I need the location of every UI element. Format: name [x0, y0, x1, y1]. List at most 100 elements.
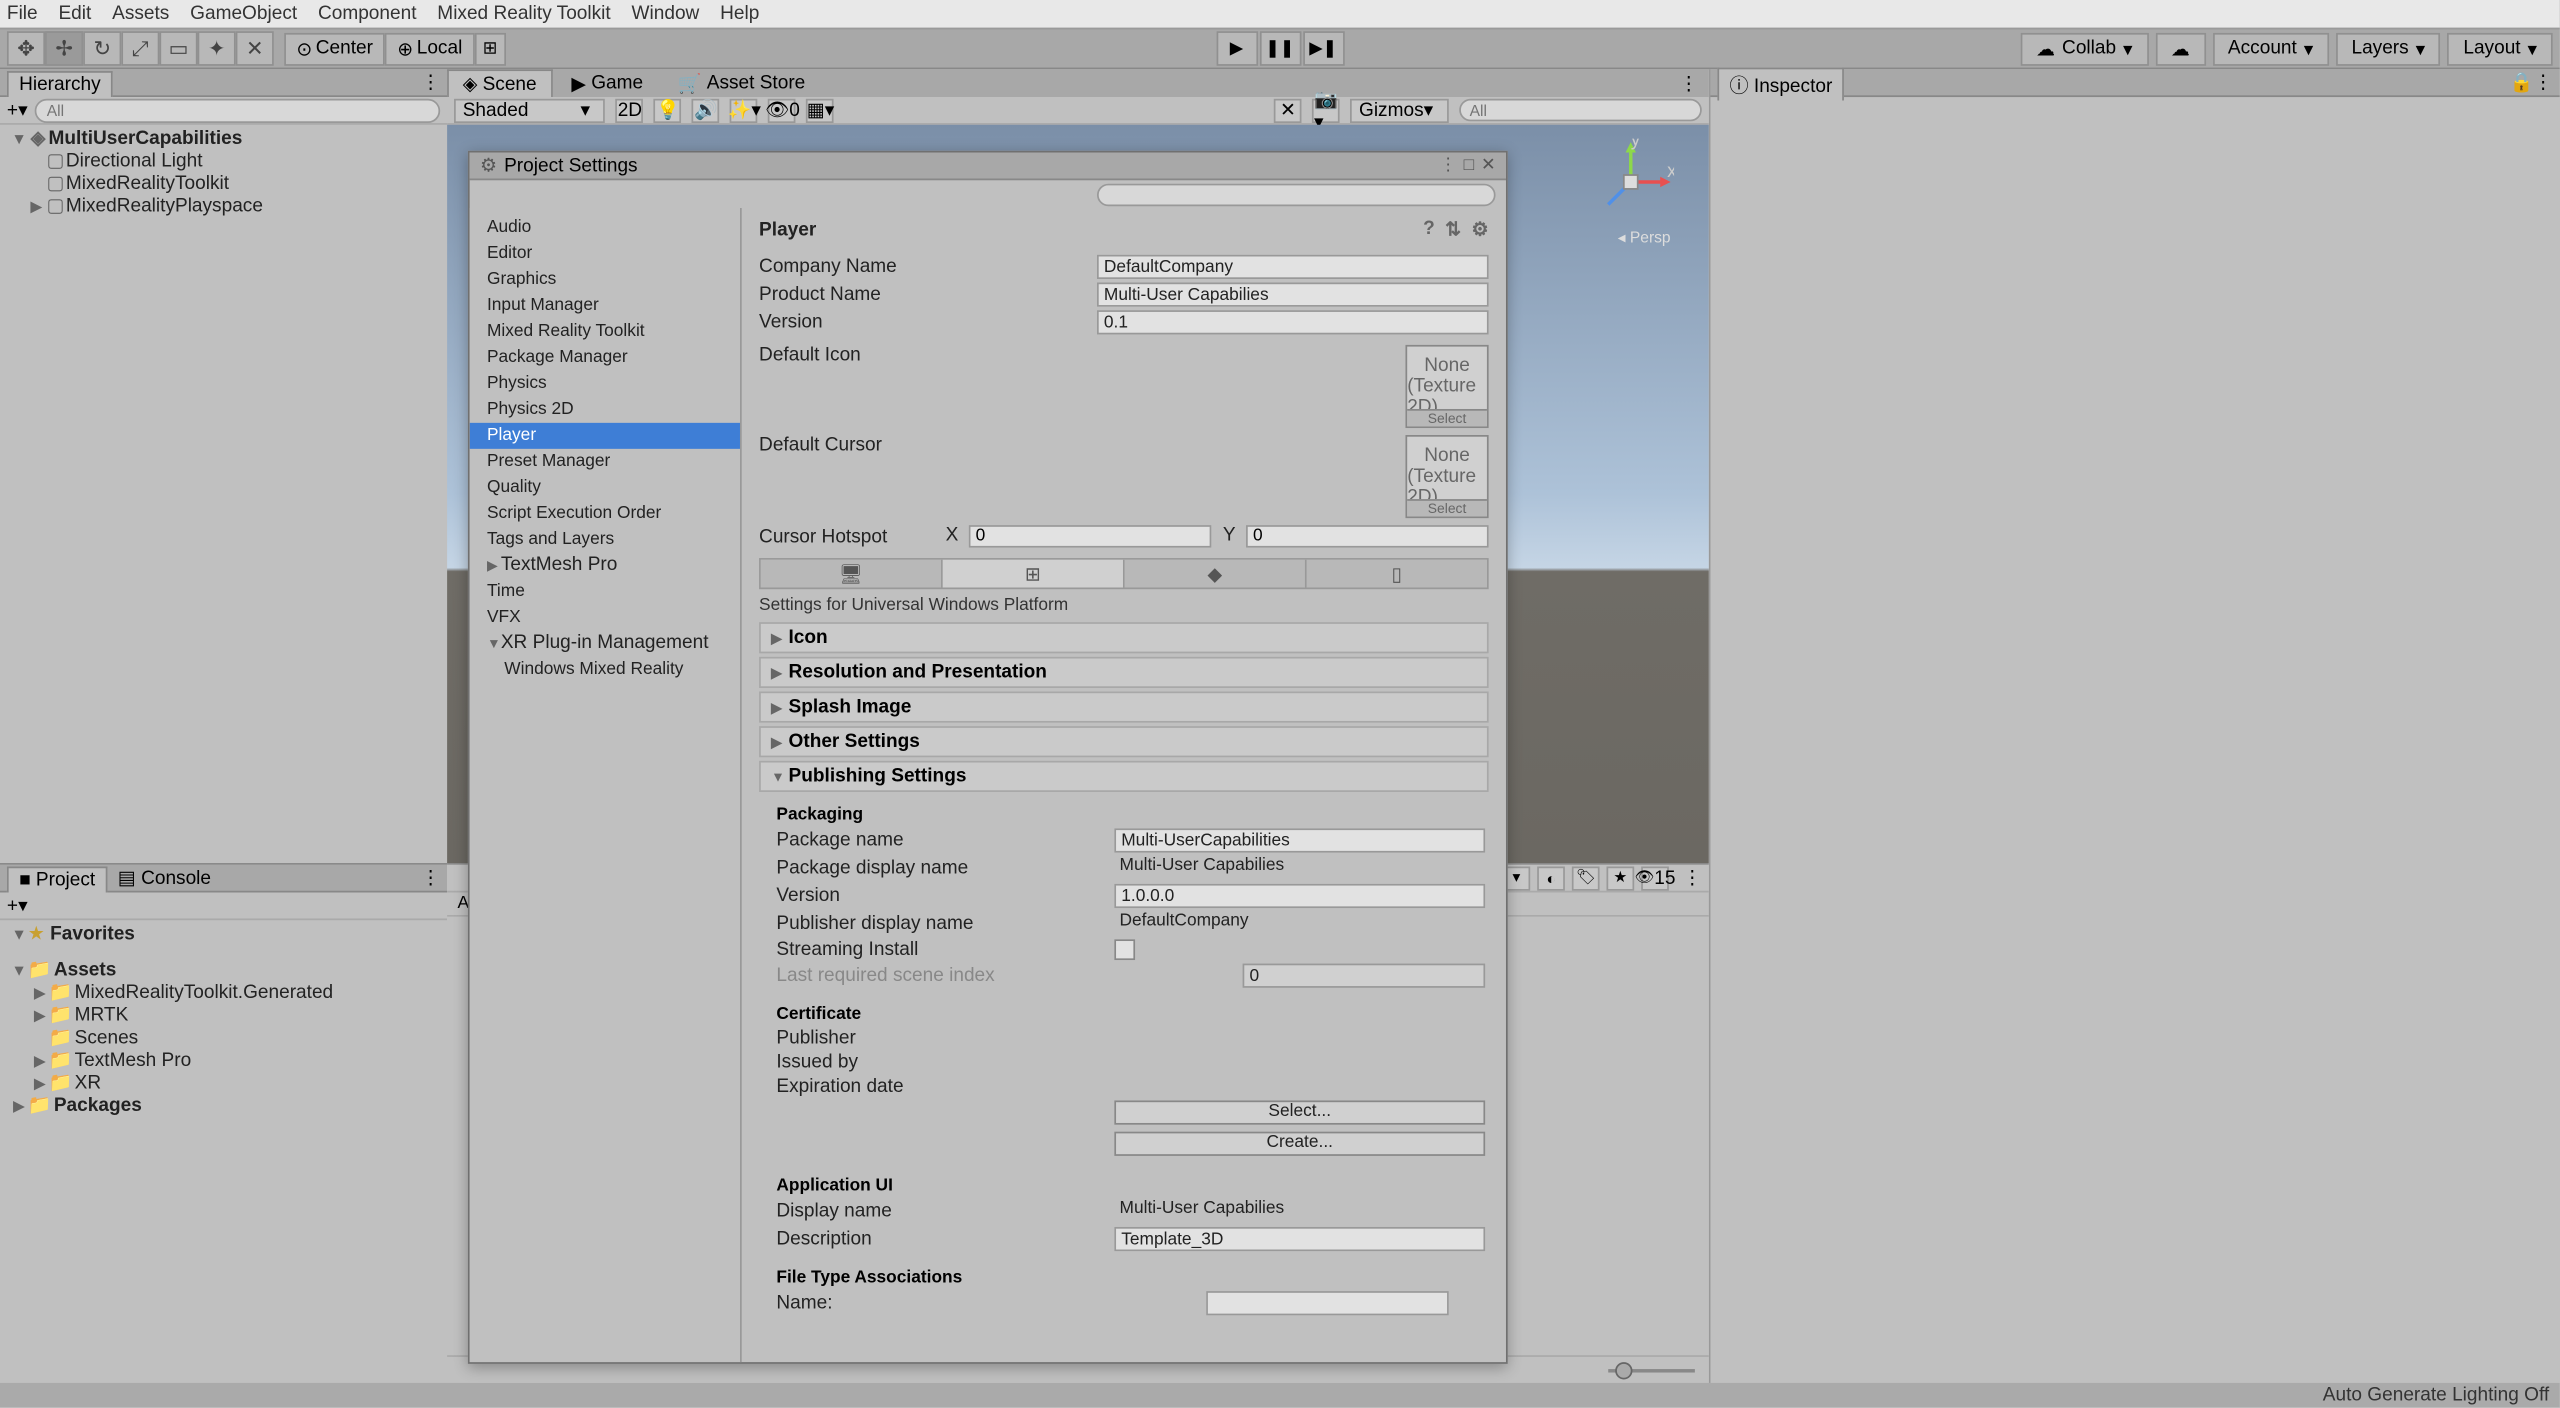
hand-tool-icon[interactable]: ✥: [7, 31, 45, 66]
create-dropdown[interactable]: +▾: [7, 894, 28, 917]
maximize-icon[interactable]: □: [1464, 156, 1474, 175]
camera-icon[interactable]: 📷▾: [1312, 98, 1340, 122]
window-menu-icon[interactable]: ⋮: [1439, 156, 1456, 175]
gear-icon[interactable]: ⚙: [1472, 218, 1489, 241]
packages-folder[interactable]: ▶📁 Packages: [7, 1095, 440, 1118]
panel-menu-icon[interactable]: ⋮: [421, 71, 440, 94]
console-tab[interactable]: ▤ Console: [107, 865, 221, 891]
platform-standalone-tab[interactable]: 🖥: [761, 560, 943, 588]
category-package-manager[interactable]: Package Manager: [470, 345, 740, 371]
grid-toggle-icon[interactable]: ▦▾: [807, 98, 835, 122]
rotate-tool-icon[interactable]: ↻: [83, 31, 121, 66]
fx-toggle-icon[interactable]: ✨▾: [730, 98, 758, 122]
platform-android-tab[interactable]: ◆: [1125, 560, 1307, 588]
settings-titlebar[interactable]: ⚙ Project Settings ⋮ □ ✕: [470, 153, 1506, 181]
orientation-gizmo[interactable]: y x: [1587, 139, 1674, 226]
tab-scene[interactable]: ◈Scene: [447, 69, 552, 97]
menu-edit[interactable]: Edit: [58, 3, 91, 24]
account-button[interactable]: Account▾: [2212, 32, 2329, 65]
tab-game[interactable]: ▶Game: [556, 68, 659, 97]
project-folder[interactable]: ▶📁 TextMesh Pro: [7, 1050, 440, 1073]
project-tab[interactable]: ■ Project: [7, 866, 107, 892]
favorites-header[interactable]: ▼★ Favorites: [7, 924, 440, 947]
project-folder[interactable]: 📁 Scenes: [7, 1028, 440, 1051]
hierarchy-item[interactable]: ▢Directional Light: [7, 151, 440, 174]
product-name-input[interactable]: [1097, 282, 1489, 306]
category-tags-layers[interactable]: Tags and Layers: [470, 527, 740, 553]
streaming-checkbox[interactable]: [1114, 939, 1135, 960]
move-tool-icon[interactable]: ✢: [45, 31, 83, 66]
create-dropdown[interactable]: +▾: [7, 99, 28, 122]
close-icon[interactable]: ✕: [1481, 156, 1496, 175]
filter-label-icon[interactable]: 🏷: [1572, 866, 1600, 890]
lock-icon[interactable]: 🔒: [2510, 71, 2534, 94]
lighting-status[interactable]: Auto Generate Lighting Off: [2323, 1385, 2549, 1406]
panel-menu-icon[interactable]: ⋮: [1679, 72, 1708, 95]
hotspot-x-input[interactable]: [969, 525, 1212, 548]
preset-icon[interactable]: ⇅: [1445, 218, 1461, 241]
select-button[interactable]: Select: [1407, 409, 1487, 426]
tab-asset-store[interactable]: 🛒Asset Store: [662, 68, 821, 97]
category-tmp[interactable]: ▶TextMesh Pro: [470, 553, 740, 579]
layout-button[interactable]: Layout▾: [2448, 32, 2553, 65]
menu-window[interactable]: Window: [632, 3, 700, 24]
hidden-icon[interactable]: 👁15: [1641, 866, 1669, 890]
category-mrtk[interactable]: Mixed Reality Toolkit: [470, 319, 740, 345]
platform-uwp-tab[interactable]: ⊞: [943, 560, 1125, 588]
version-input[interactable]: [1097, 310, 1489, 334]
collab-button[interactable]: ☁Collab▾: [2020, 32, 2148, 65]
cert-create-button[interactable]: Create...: [1114, 1132, 1485, 1156]
tools-icon[interactable]: ✕: [1274, 98, 1302, 122]
menu-gameobject[interactable]: GameObject: [190, 3, 297, 24]
category-physics2d[interactable]: Physics 2D: [470, 397, 740, 423]
hidden-count-icon[interactable]: 👁0: [769, 98, 797, 122]
snap-button[interactable]: ⊞: [474, 32, 505, 65]
category-audio[interactable]: Audio: [470, 215, 740, 241]
pivot-local-button[interactable]: ⊕Local: [385, 32, 474, 65]
help-icon[interactable]: ?: [1423, 218, 1435, 241]
menu-component[interactable]: Component: [318, 3, 417, 24]
shading-dropdown[interactable]: Shaded ▾: [454, 98, 606, 122]
category-vfx[interactable]: VFX: [470, 605, 740, 631]
default-icon-picker[interactable]: None(Texture 2D)Select: [1405, 345, 1488, 428]
panel-menu-icon[interactable]: ⋮: [421, 867, 440, 890]
pkg-version-input[interactable]: [1114, 884, 1485, 908]
audio-toggle-icon[interactable]: 🔊: [692, 98, 720, 122]
category-script-exec[interactable]: Script Execution Order: [470, 501, 740, 527]
menu-mrtk[interactable]: Mixed Reality Toolkit: [437, 3, 610, 24]
project-folder[interactable]: ▶📁 MRTK: [7, 1005, 440, 1028]
mode-2d-button[interactable]: 2D: [616, 98, 644, 122]
gizmos-dropdown[interactable]: Gizmos ▾: [1350, 98, 1448, 122]
pause-button[interactable]: ❚❚: [1259, 31, 1301, 66]
panel-lock-icon[interactable]: ⋮: [1683, 867, 1702, 890]
fold-splash[interactable]: ▶Splash Image: [759, 691, 1489, 722]
category-player[interactable]: Player: [470, 423, 740, 449]
company-name-input[interactable]: [1097, 255, 1489, 279]
rect-tool-icon[interactable]: ▭: [159, 31, 197, 66]
category-graphics[interactable]: Graphics: [470, 267, 740, 293]
filter-type-icon[interactable]: ◐: [1537, 866, 1565, 890]
hierarchy-item[interactable]: ▶▢MixedRealityPlayspace: [7, 196, 440, 219]
category-quality[interactable]: Quality: [470, 475, 740, 501]
description-input[interactable]: [1114, 1227, 1485, 1251]
scale-tool-icon[interactable]: ⤢: [121, 31, 159, 66]
category-input-manager[interactable]: Input Manager: [470, 293, 740, 319]
category-time[interactable]: Time: [470, 579, 740, 605]
menu-help[interactable]: Help: [720, 3, 759, 24]
fold-icon[interactable]: ▶Icon: [759, 622, 1489, 653]
play-button[interactable]: ▶: [1216, 31, 1258, 66]
cert-select-button[interactable]: Select...: [1114, 1100, 1485, 1124]
menu-assets[interactable]: Assets: [112, 3, 169, 24]
services-button[interactable]: ☁: [2155, 32, 2205, 65]
scene-search[interactable]: [1459, 99, 1702, 122]
assets-folder[interactable]: ▼📁 Assets: [7, 960, 440, 983]
settings-search[interactable]: [1097, 184, 1496, 207]
favorite-icon[interactable]: ★: [1606, 866, 1634, 890]
hierarchy-search[interactable]: [35, 98, 441, 122]
fold-resolution[interactable]: ▶Resolution and Presentation: [759, 657, 1489, 688]
custom-tool-icon[interactable]: ✕: [236, 31, 274, 66]
pkg-name-input[interactable]: [1114, 828, 1485, 852]
panel-menu-icon[interactable]: ⋮: [2534, 71, 2553, 94]
transform-tool-icon[interactable]: ✦: [198, 31, 236, 66]
name-input[interactable]: [1207, 1291, 1450, 1315]
